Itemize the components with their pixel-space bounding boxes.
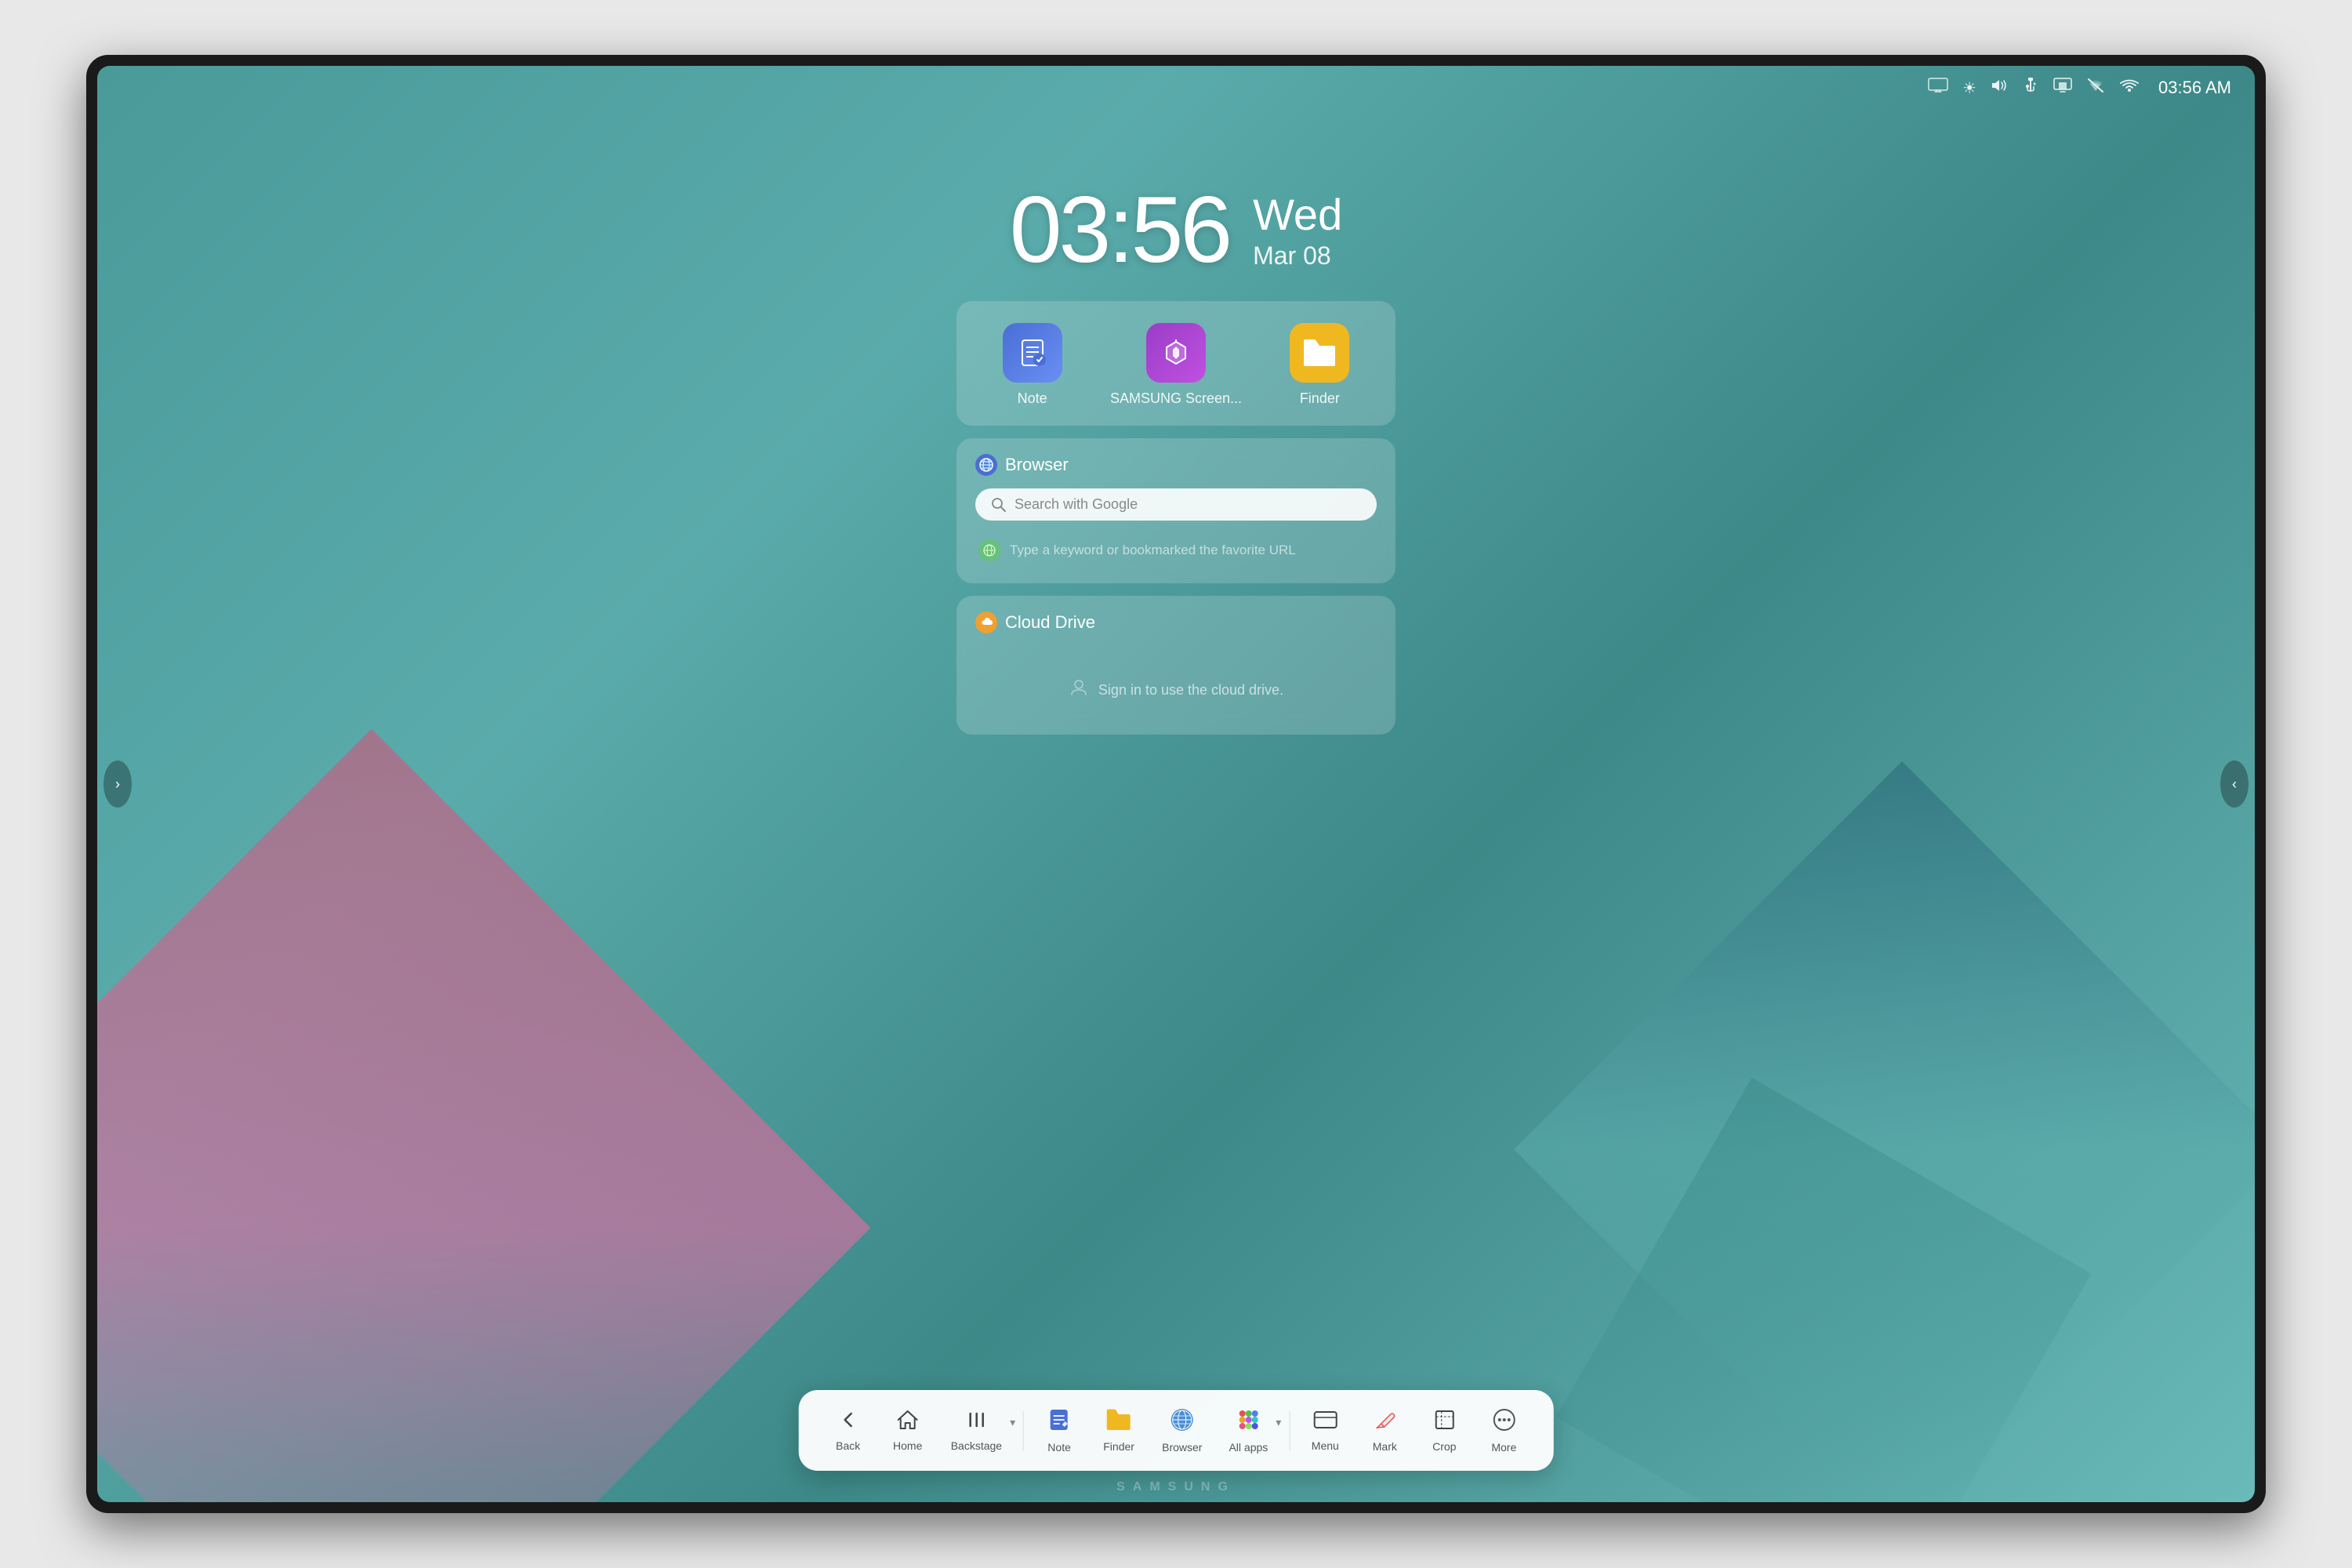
browser-card-header: Browser	[975, 454, 1377, 476]
crop-taskbar-icon	[1432, 1408, 1456, 1436]
all-apps-dropdown-icon[interactable]: ▾	[1276, 1416, 1281, 1429]
cards-container: Note SAMSUNG Screen...	[956, 301, 1396, 735]
search-icon	[991, 497, 1007, 513]
search-bar[interactable]: Search with Google	[975, 488, 1377, 521]
note-taskbar-label: Note	[1047, 1441, 1071, 1454]
taskbar-back[interactable]: Back	[821, 1403, 876, 1458]
more-taskbar-label: More	[1491, 1441, 1516, 1454]
more-taskbar-icon	[1491, 1407, 1516, 1437]
samsung-brand-text: SAMSUNG	[1116, 1480, 1236, 1494]
note-icon-wrapper	[1003, 323, 1062, 383]
clock-day: Wed	[1253, 188, 1342, 241]
menu-taskbar-icon	[1312, 1409, 1338, 1436]
finder-taskbar-icon	[1105, 1408, 1132, 1436]
back-icon	[837, 1409, 859, 1436]
browser-links: Type a keyword or bookmarked the favorit…	[975, 533, 1377, 568]
clock-time: 03:56	[1010, 176, 1229, 284]
wifi-icon	[2119, 78, 2140, 98]
taskbar-mark[interactable]: Mark	[1357, 1402, 1412, 1459]
app-note[interactable]: Note	[1003, 323, 1062, 407]
search-placeholder: Search with Google	[1014, 496, 1138, 513]
left-arrow[interactable]: ›	[103, 760, 132, 808]
crop-taskbar-label: Crop	[1432, 1440, 1456, 1453]
finder-app-label: Finder	[1300, 390, 1340, 407]
browser-title: Browser	[1005, 455, 1069, 475]
volume-icon	[1991, 78, 2008, 97]
taskbar-divider-2	[1289, 1411, 1290, 1450]
browser-link-icon	[978, 539, 1000, 561]
browser-taskbar-icon	[1170, 1407, 1195, 1437]
app-finder[interactable]: Finder	[1290, 323, 1349, 407]
samsung-screen-label: SAMSUNG Screen...	[1110, 390, 1242, 407]
taskbar-backstage[interactable]: Backstage	[940, 1403, 1013, 1458]
cloud-signin-text: Sign in to use the cloud drive.	[1098, 682, 1283, 699]
screen-mirror-icon	[1928, 78, 1948, 98]
cloud-signin: Sign in to use the cloud drive.	[975, 646, 1377, 719]
home-label: Home	[893, 1439, 922, 1452]
cloud-header-icon	[975, 612, 997, 633]
status-bar: ☀	[97, 66, 2255, 110]
finder-taskbar-label: Finder	[1103, 1440, 1134, 1453]
finder-icon-wrapper	[1290, 323, 1349, 383]
taskbar-note[interactable]: Note	[1032, 1401, 1087, 1460]
taskbar-home[interactable]: Home	[880, 1403, 935, 1458]
network-blocked-icon	[2086, 77, 2105, 99]
note-app-label: Note	[1018, 390, 1047, 407]
status-time: 03:56 AM	[2158, 78, 2231, 98]
cloud-user-icon	[1069, 677, 1089, 703]
browser-link-text: Type a keyword or bookmarked the favorit…	[1010, 543, 1296, 558]
tv-frame: ☀	[86, 55, 2266, 1513]
browser-header-icon	[975, 454, 997, 476]
clock-date: Wed Mar 08	[1253, 188, 1342, 271]
taskbar-finder[interactable]: Finder	[1091, 1402, 1146, 1459]
right-arrow[interactable]: ‹	[2220, 760, 2249, 808]
taskbar-browser[interactable]: Browser	[1151, 1401, 1213, 1460]
backstage-icon	[965, 1409, 987, 1436]
clock-month-date: Mar 08	[1253, 241, 1342, 270]
cast-icon	[2053, 78, 2072, 98]
home-icon	[896, 1409, 920, 1436]
taskbar-more[interactable]: More	[1476, 1401, 1531, 1460]
app-grid-card: Note SAMSUNG Screen...	[956, 301, 1396, 426]
taskbar-all-apps[interactable]: All apps	[1218, 1401, 1279, 1460]
cloud-card: Cloud Drive Sign in to use the cloud dri…	[956, 596, 1396, 735]
tv-screen: ☀	[97, 66, 2255, 1502]
note-taskbar-icon	[1047, 1407, 1072, 1437]
cloud-title: Cloud Drive	[1005, 612, 1095, 633]
all-apps-taskbar-label: All apps	[1229, 1441, 1268, 1454]
mark-taskbar-icon	[1373, 1408, 1396, 1436]
usb-icon	[2022, 77, 2039, 99]
taskbar-crop[interactable]: Crop	[1417, 1402, 1472, 1459]
app-samsung-screen[interactable]: SAMSUNG Screen...	[1110, 323, 1242, 407]
browser-card: Browser Search with Google	[956, 438, 1396, 583]
clock-widget: 03:56 Wed Mar 08	[1010, 176, 1342, 284]
samsung-screen-icon-wrapper	[1146, 323, 1206, 383]
backstage-dropdown-icon[interactable]: ▾	[1010, 1416, 1015, 1429]
backstage-label: Backstage	[951, 1439, 1002, 1452]
mark-taskbar-label: Mark	[1373, 1440, 1397, 1453]
menu-taskbar-label: Menu	[1312, 1439, 1339, 1452]
all-apps-taskbar-icon	[1236, 1407, 1261, 1437]
cloud-card-header: Cloud Drive	[975, 612, 1377, 633]
browser-taskbar-label: Browser	[1162, 1441, 1202, 1454]
taskbar-menu[interactable]: Menu	[1298, 1403, 1352, 1458]
taskbar: Back Home	[799, 1390, 1554, 1471]
taskbar-divider-1	[1023, 1411, 1024, 1450]
brightness-icon: ☀	[1962, 78, 1976, 98]
back-label: Back	[836, 1439, 860, 1452]
